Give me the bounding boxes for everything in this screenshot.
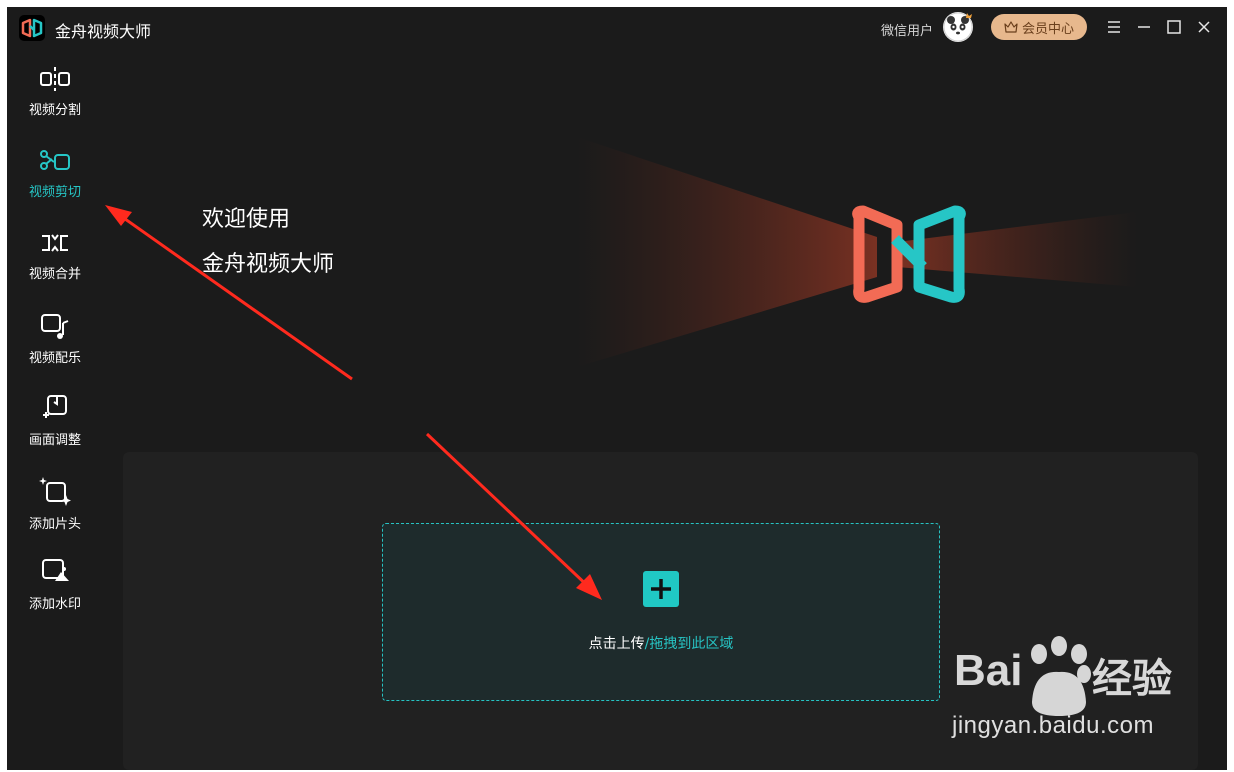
crop-adjust-icon xyxy=(43,395,67,418)
app-title: 金舟视频大师 xyxy=(55,22,152,41)
sidebar-item-label: 添加水印 xyxy=(28,597,81,612)
hamburger-menu-icon xyxy=(1108,21,1120,33)
vip-center-button[interactable]: 会员中心 xyxy=(991,14,1087,40)
panda-avatar-icon xyxy=(943,12,973,42)
sidebar-item-label: 视频配乐 xyxy=(28,351,81,366)
upload-plus-button[interactable] xyxy=(643,571,679,607)
upload-dropzone[interactable]: 点击上传/拖拽到此区域 xyxy=(382,523,940,701)
sidebar-item-label: 画面调整 xyxy=(28,433,81,448)
sidebar: 视频分割 视频剪切 视频合并 视频配乐 画面调整 添加片头 添加水印 xyxy=(7,53,103,770)
maximize-icon xyxy=(1167,20,1181,34)
sidebar-item-video-music[interactable]: 视频配乐 xyxy=(7,299,103,373)
video-split-icon xyxy=(40,67,70,91)
user-name[interactable]: 微信用户 xyxy=(881,20,933,39)
avatar[interactable] xyxy=(943,12,973,42)
welcome-line-2: 金舟视频大师 xyxy=(202,252,335,277)
sidebar-item-video-split[interactable]: 视频分割 xyxy=(7,53,103,127)
sidebar-item-label: 视频合并 xyxy=(28,267,81,282)
watermark-url: jingyan.baidu.com xyxy=(952,712,1154,739)
sparkle-frame-icon xyxy=(39,477,71,506)
music-icon xyxy=(41,314,69,339)
upload-drag-text: /拖拽到此区域 xyxy=(644,636,734,652)
maximize-button[interactable] xyxy=(1164,17,1184,37)
title-bar: 金舟视频大师 微信用户 会员中心 xyxy=(7,7,1227,49)
close-button[interactable] xyxy=(1194,17,1214,37)
sidebar-item-label: 视频分割 xyxy=(28,103,81,118)
plus-icon xyxy=(651,579,671,599)
app-logo-icon xyxy=(19,15,45,41)
minimize-icon xyxy=(1138,26,1150,28)
jingyan-brand-text: 经验 xyxy=(1092,656,1172,702)
watermark-image-icon xyxy=(42,559,69,581)
video-merge-icon xyxy=(42,234,68,252)
welcome-text: 欢迎使用 金舟视频大师 xyxy=(202,197,334,287)
welcome-line-1: 欢迎使用 xyxy=(202,207,291,232)
upload-click-text[interactable]: 点击上传 xyxy=(589,636,645,652)
sidebar-item-add-intro[interactable]: 添加片头 xyxy=(7,463,103,537)
sidebar-item-video-cut[interactable]: 视频剪切 xyxy=(7,135,103,209)
sidebar-item-label: 添加片头 xyxy=(28,517,81,532)
close-icon xyxy=(1198,21,1210,33)
scissors-icon xyxy=(40,150,70,170)
baidu-watermark: Bai 经验 jingyan.baidu.com xyxy=(934,632,1174,756)
sidebar-item-video-merge[interactable]: 视频合并 xyxy=(7,217,103,291)
hero-logo-icon xyxy=(577,137,1137,367)
vip-center-label: 会员中心 xyxy=(1021,21,1074,37)
sidebar-item-label: 视频剪切 xyxy=(28,185,81,200)
menu-button[interactable] xyxy=(1104,17,1124,37)
upload-hint: 点击上传/拖拽到此区域 xyxy=(383,633,939,653)
sidebar-item-add-watermark[interactable]: 添加水印 xyxy=(7,545,103,619)
minimize-button[interactable] xyxy=(1134,17,1154,37)
crown-icon xyxy=(1004,21,1018,33)
sidebar-item-picture-adjust[interactable]: 画面调整 xyxy=(7,381,103,455)
baidu-brand-text: Bai xyxy=(954,646,1023,695)
